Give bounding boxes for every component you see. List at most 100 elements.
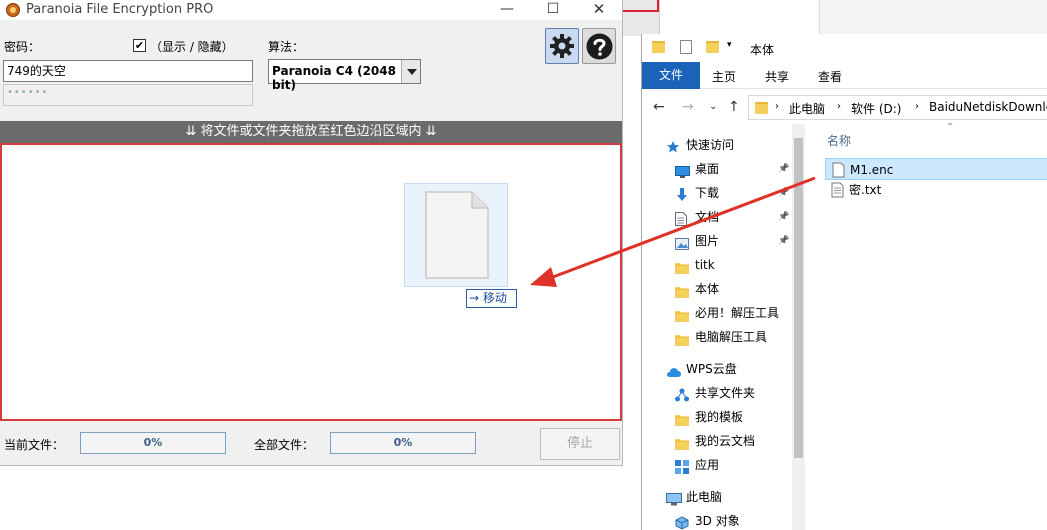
sidebar-item[interactable]: WPS云盘 [642, 358, 792, 380]
folder-icon [675, 283, 689, 298]
pin-icon[interactable]: 📌 [778, 206, 789, 228]
sidebar-item[interactable]: 电脑解压工具 [642, 326, 792, 348]
folder-icon [652, 41, 665, 53]
gear-icon [550, 34, 574, 58]
sidebar-item[interactable]: 图片 📌 [642, 230, 792, 252]
share-icon [675, 387, 689, 402]
sidebar-item-label: 本体 [695, 282, 720, 296]
sidebar-item-label: 图片 [695, 234, 720, 248]
breadcrumb-separator-icon: › [775, 101, 779, 112]
settings-button[interactable] [545, 28, 579, 64]
address-bar: ← → ⌄ ↑ › 此电脑 › 软件 (D:) › BaiduNetdiskDo… [642, 90, 1047, 124]
show-password-checkbox[interactable]: ✔ [133, 39, 146, 52]
sidebar-item[interactable]: titk [642, 254, 792, 276]
tab-file[interactable]: 文件 [642, 62, 700, 89]
folder-icon [675, 411, 689, 426]
navigation-scrollbar[interactable] [792, 124, 805, 530]
sidebar-item[interactable]: 桌面 📌 [642, 158, 792, 180]
minimize-button[interactable]: — [484, 0, 530, 20]
scrollbar-thumb[interactable] [794, 138, 803, 458]
dragged-file-ghost [404, 183, 508, 287]
pin-icon[interactable]: 📌 [778, 230, 789, 252]
file-name: 密.txt [849, 183, 882, 197]
dropdown-arrow-icon[interactable] [401, 60, 420, 83]
tab-share[interactable]: 共享 [765, 68, 789, 85]
customize-toolbar-icon[interactable]: ▾ [727, 40, 732, 50]
tab-home[interactable]: 主页 [712, 68, 736, 85]
properties-icon[interactable] [680, 40, 692, 54]
back-arrow-icon[interactable]: ← [653, 99, 665, 115]
file-row[interactable]: 密.txt [825, 179, 1047, 201]
drop-instruction-banner: ⇊ 将文件或文件夹拖放至红色边沿区域内 ⇊ [0, 121, 622, 143]
3d-icon [675, 515, 689, 530]
file-drop-zone[interactable] [0, 143, 622, 421]
sidebar-item-label: 桌面 [695, 162, 720, 176]
app-icon [6, 3, 20, 17]
window-title: Paranoia File Encryption PRO [26, 2, 214, 17]
sidebar-item[interactable]: 必用！解压工具 [642, 302, 792, 324]
sidebar-item[interactable]: 下载 📌 [642, 182, 792, 204]
sidebar-item-label: 文档 [695, 210, 720, 224]
forward-arrow-icon[interactable]: → [682, 99, 694, 115]
sidebar-item[interactable]: 文档 📌 [642, 206, 792, 228]
algorithm-label: 算法： [268, 40, 305, 54]
move-tooltip: → 移动 [466, 289, 517, 308]
folder-icon [675, 307, 689, 322]
sidebar-item-label: 共享文件夹 [695, 386, 756, 400]
sidebar-item[interactable]: 应用 [642, 454, 792, 476]
sidebar-item-label: 快速访问 [686, 138, 735, 152]
breadcrumb-separator-icon: › [837, 101, 841, 112]
apps-icon [675, 459, 689, 474]
computer-icon [666, 491, 682, 506]
sidebar-item-label: 下载 [695, 186, 720, 200]
breadcrumb-drive[interactable]: 软件 (D:) [851, 100, 901, 117]
new-folder-icon[interactable] [706, 41, 719, 53]
stop-button[interactable]: 停止 [540, 428, 620, 460]
close-button[interactable]: ✕ [576, 0, 622, 20]
title-bar[interactable]: Paranoia File Encryption PRO — ☐ ✕ [0, 0, 622, 20]
sidebar-item-label: 应用 [695, 458, 720, 472]
document-icon [675, 211, 689, 226]
algorithm-select[interactable]: Paranoia C4 (2048 bit) [268, 59, 421, 92]
sidebar-item[interactable]: 本体 [642, 278, 792, 300]
current-file-label: 当前文件： [4, 438, 65, 452]
password-input[interactable]: 749的天空 [3, 60, 253, 82]
pin-icon[interactable]: 📌 [778, 158, 789, 180]
text-file-icon [831, 182, 844, 198]
help-button[interactable] [582, 28, 616, 64]
background-window [819, 0, 1047, 34]
sidebar-item[interactable]: 我的云文档 [642, 430, 792, 452]
background-window-edge [623, 0, 659, 12]
show-hide-label: （显示 / 隐藏） [150, 40, 234, 54]
tab-view[interactable]: 查看 [818, 68, 842, 85]
sidebar-item[interactable]: 我的模板 [642, 406, 792, 428]
breadcrumb-this-pc[interactable]: 此电脑 [789, 100, 825, 117]
password-confirm-field[interactable]: •••••• [3, 84, 253, 106]
sidebar-item-label: 我的模板 [695, 410, 744, 424]
maximize-button[interactable]: ☐ [530, 0, 576, 20]
sidebar-item[interactable]: 共享文件夹 [642, 382, 792, 404]
algorithm-value: Paranoia C4 (2048 bit) [272, 64, 396, 92]
folder-icon [675, 435, 689, 450]
file-icon [832, 162, 845, 178]
breadcrumb-folder[interactable]: BaiduNetdiskDownload [929, 100, 1047, 114]
breadcrumb-separator-icon: › [915, 101, 919, 112]
download-icon [675, 187, 689, 201]
sidebar-item[interactable]: 此电脑 [642, 486, 792, 508]
explorer-title: 本体 [750, 43, 775, 57]
sidebar-item[interactable]: 快速访问 [642, 134, 792, 156]
up-arrow-icon[interactable]: ↑ [728, 99, 740, 115]
quick-access-toolbar: ▾ 本体 [642, 34, 1047, 62]
file-icon [425, 191, 489, 279]
breadcrumb[interactable]: › 此电脑 › 软件 (D:) › BaiduNetdiskDownload [748, 95, 1047, 120]
question-icon [586, 33, 613, 60]
desktop-icon [675, 163, 690, 178]
recent-locations-chevron-icon[interactable]: ⌄ [709, 101, 717, 112]
paranoia-window: Paranoia File Encryption PRO — ☐ ✕ 密码： ✔… [0, 0, 623, 466]
pin-icon[interactable]: 📌 [778, 182, 789, 204]
file-row[interactable]: M1.enc [825, 158, 1047, 180]
column-header-name[interactable]: 名称 [827, 132, 851, 149]
sidebar-item-label: titk [695, 258, 715, 272]
sidebar-item[interactable]: 3D 对象 [642, 510, 792, 530]
password-label: 密码： [4, 40, 41, 54]
